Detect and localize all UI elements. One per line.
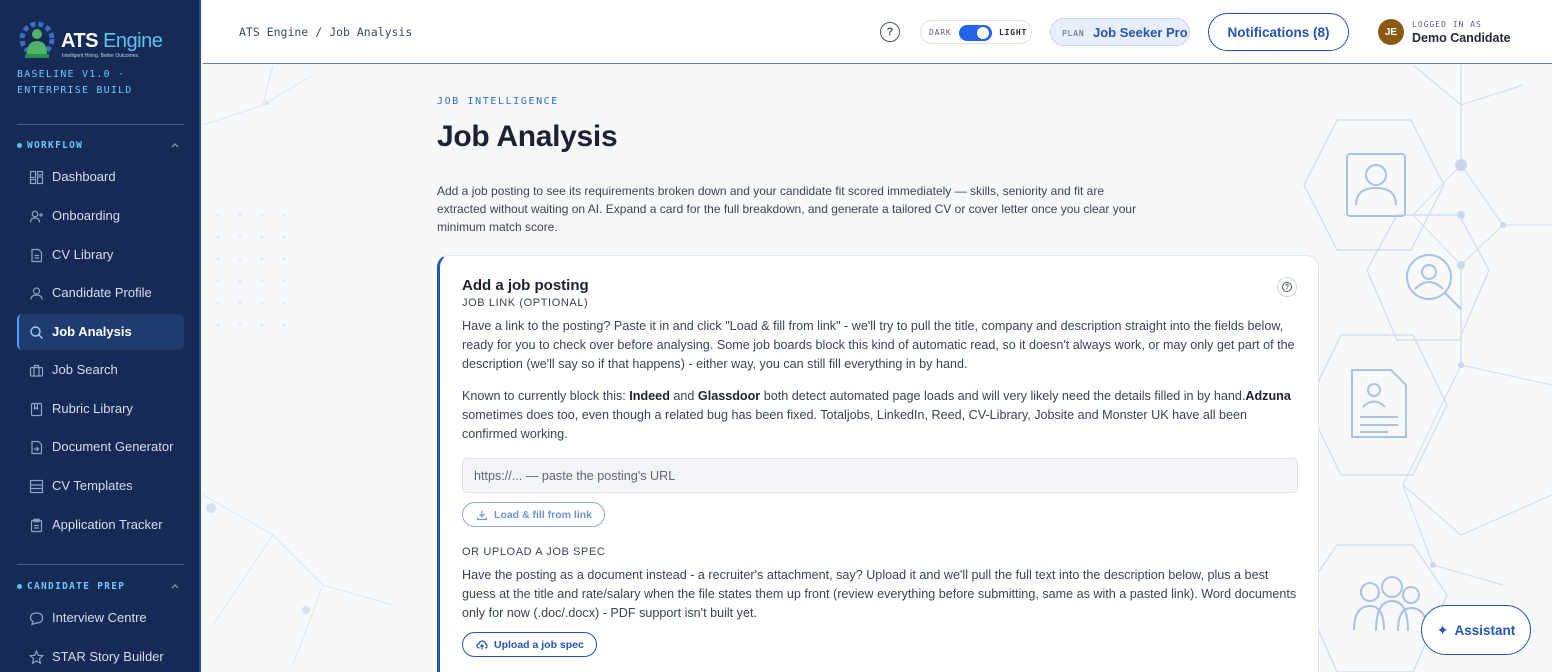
chevron-up-icon	[171, 584, 179, 589]
assistant-button[interactable]: ✦ Assistant	[1421, 605, 1531, 655]
sidebar-item-interview-centre[interactable]: Interview Centre	[17, 600, 184, 636]
document-icon	[31, 248, 43, 263]
section-kicker: JOB INTELLIGENCE	[437, 96, 559, 107]
clipboard-icon	[30, 518, 43, 533]
sidebar-item-label: Job Analysis	[52, 324, 132, 339]
page-intro: Add a job posting to see its requirement…	[437, 184, 1137, 234]
user-icon	[30, 287, 43, 300]
breadcrumb-separator: /	[315, 25, 323, 39]
user-name[interactable]: Demo Candidate	[1412, 31, 1511, 45]
notifications-button[interactable]: Notifications (8)	[1208, 13, 1349, 51]
toggle-switch[interactable]	[959, 25, 992, 41]
section-label: CANDIDATE PREP	[27, 581, 126, 592]
sidebar-item-label: Onboarding	[52, 208, 120, 223]
sidebar-item-label: Application Tracker	[52, 517, 163, 532]
build-label: BASELINE V1.0 · ENTERPRISE BUILD	[17, 67, 167, 99]
sidebar-divider	[17, 124, 184, 125]
load-fill-from-link-button[interactable]: Load & fill from link	[462, 502, 606, 527]
file-arrow-icon	[31, 440, 43, 455]
job-link-label: JOB LINK (OPTIONAL)	[462, 297, 589, 309]
breadcrumb: ATS Engine / Job Analysis	[239, 25, 412, 39]
card-title: Add a job posting	[462, 277, 589, 294]
dashboard-grid-icon	[29, 170, 44, 185]
brand-logo[interactable]: ATS Engine Intelligent Hiring. Better Ou…	[17, 20, 167, 64]
blocked-site-adzuna: Adzuna	[1245, 389, 1291, 403]
sidebar-item-cv-library[interactable]: CV Library	[17, 237, 184, 273]
section-label: WORKFLOW	[27, 140, 84, 151]
search-icon	[30, 326, 43, 339]
sidebar-item-label: STAR Story Builder	[52, 649, 164, 664]
blocked-site-indeed: Indeed	[629, 389, 670, 403]
logo-gear-person-icon	[19, 21, 55, 58]
help-question-icon[interactable]: ?	[1277, 277, 1297, 297]
user-plus-icon	[29, 210, 43, 223]
plan-value: Job Seeker Pro	[1093, 25, 1188, 40]
upload-spec-label: OR UPLOAD A JOB SPEC	[462, 546, 606, 558]
sidebar-item-label: Dashboard	[52, 169, 116, 184]
brand-name: ATS Engine	[61, 30, 163, 52]
breadcrumb-current: Job Analysis	[329, 25, 413, 39]
plan-badge[interactable]: PLAN Job Seeker Pro	[1050, 18, 1190, 46]
upload-spec-description: Have the posting as a document instead -…	[462, 568, 1297, 620]
theme-dark-label: DARK	[929, 28, 952, 37]
sidebar-item-label: Job Search	[52, 362, 118, 377]
theme-light-label: LIGHT	[999, 28, 1028, 37]
help-question-icon[interactable]: ?	[880, 22, 900, 42]
breadcrumb-root[interactable]: ATS Engine	[239, 25, 308, 39]
sidebar-item-rubric-library[interactable]: Rubric Library	[17, 391, 184, 427]
logged-in-label: LOGGED IN AS	[1412, 20, 1482, 29]
sidebar-item-document-generator[interactable]: Document Generator	[17, 429, 184, 465]
upload-job-spec-button[interactable]: Upload a job spec	[462, 632, 597, 657]
sidebar-item-dashboard[interactable]: Dashboard	[17, 159, 184, 195]
sidebar: ATS Engine Intelligent Hiring. Better Ou…	[0, 0, 201, 672]
button-label: Upload a job spec	[494, 638, 584, 651]
section-header-workflow[interactable]: WORKFLOW	[17, 139, 184, 153]
build-line-2: ENTERPRISE BUILD	[17, 85, 133, 96]
sidebar-item-label: Candidate Profile	[52, 285, 152, 300]
sidebar-item-cv-templates[interactable]: CV Templates	[17, 468, 184, 504]
top-bar: ATS Engine / Job Analysis ? DARK LIGHT PLA…	[203, 0, 1552, 64]
avatar[interactable]: JE	[1378, 19, 1404, 45]
theme-toggle[interactable]: DARK LIGHT	[920, 20, 1032, 44]
sidebar-item-candidate-profile[interactable]: Candidate Profile	[17, 275, 184, 311]
cloud-upload-icon	[476, 639, 488, 649]
sidebar-item-label: CV Library	[52, 247, 114, 262]
assistant-label: Assistant	[1454, 622, 1516, 638]
download-icon	[476, 510, 488, 520]
section-dot	[17, 584, 22, 589]
page-title: Job Analysis	[437, 120, 618, 153]
blocked-sites-note: Known to currently block this: Indeed an…	[462, 389, 1291, 441]
sidebar-item-application-tracker[interactable]: Application Tracker	[17, 507, 184, 543]
build-line-1: BASELINE V1.0 ·	[17, 69, 126, 80]
job-link-description: Have a link to the posting? Paste it in …	[462, 319, 1295, 371]
sidebar-item-job-search[interactable]: Job Search	[17, 352, 184, 388]
section-header-candidate-prep[interactable]: CANDIDATE PREP	[17, 580, 184, 594]
sidebar-item-label: Interview Centre	[52, 610, 147, 625]
button-label: Load & fill from link	[494, 508, 593, 521]
add-job-posting-card: Add a job posting ? JOB LINK (OPTIONAL) …	[437, 255, 1319, 672]
bookmark-icon	[30, 402, 43, 417]
help-glyph: ?	[1282, 282, 1292, 292]
sidebar-item-star-story-builder[interactable]: STAR Story Builder	[17, 639, 184, 672]
sidebar-item-job-analysis[interactable]: Job Analysis	[17, 314, 184, 350]
blocked-site-glassdoor: Glassdoor	[697, 389, 761, 403]
chevron-up-icon	[171, 143, 179, 148]
briefcase-icon	[29, 364, 44, 377]
job-url-input[interactable]	[462, 458, 1298, 493]
sidebar-item-label: Rubric Library	[52, 401, 133, 416]
sidebar-divider	[17, 564, 184, 565]
sidebar-item-label: CV Templates	[52, 478, 133, 493]
sidebar-item-onboarding[interactable]: Onboarding	[17, 198, 184, 234]
sparkle-icon: ✦	[1436, 621, 1449, 638]
brand-tagline: Intelligent Hiring. Better Outcomes.	[62, 53, 140, 59]
toggle-knob	[977, 27, 989, 39]
section-dot	[17, 143, 22, 148]
star-icon	[29, 650, 44, 665]
layout-icon	[29, 479, 44, 494]
chat-bubble-icon	[29, 612, 44, 626]
sidebar-item-label: Document Generator	[52, 439, 174, 454]
plan-key: PLAN	[1062, 29, 1085, 38]
